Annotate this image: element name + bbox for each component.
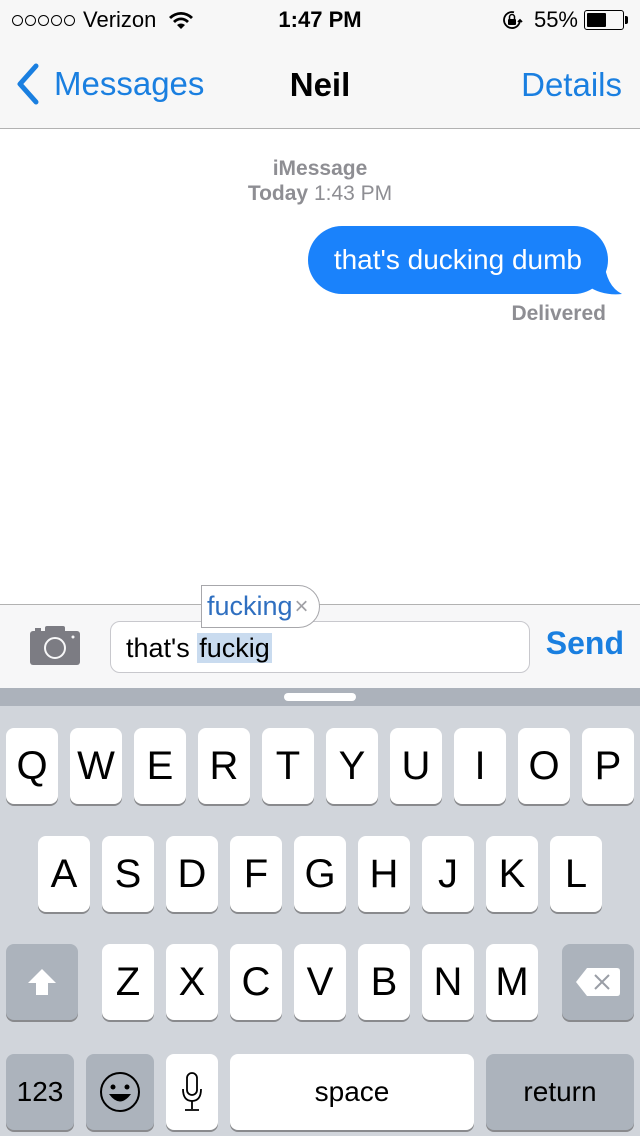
shift-key[interactable]: [6, 944, 78, 1020]
key-n[interactable]: N: [422, 944, 474, 1020]
suggestion-word: fucking: [207, 591, 293, 621]
key-g[interactable]: G: [294, 836, 346, 912]
key-o[interactable]: O: [518, 728, 570, 804]
key-e[interactable]: E: [134, 728, 186, 804]
key-s[interactable]: S: [102, 836, 154, 912]
close-icon[interactable]: ×: [295, 586, 309, 627]
key-z[interactable]: Z: [102, 944, 154, 1020]
message-bubble-sent[interactable]: that's ducking dumb: [307, 226, 608, 294]
selected-word: fuckig: [197, 633, 272, 663]
keyboard-accessory-bar: [0, 688, 640, 706]
delete-key[interactable]: [562, 944, 634, 1020]
return-key[interactable]: return: [486, 1054, 634, 1130]
key-y[interactable]: Y: [326, 728, 378, 804]
key-t[interactable]: T: [262, 728, 314, 804]
numbers-key[interactable]: 123: [6, 1054, 74, 1130]
key-c[interactable]: C: [230, 944, 282, 1020]
emoji-icon: [100, 1072, 140, 1112]
autocorrect-suggestion[interactable]: fucking ×: [201, 585, 320, 628]
rotation-lock-icon: [503, 11, 523, 29]
navigation-bar: Messages Neil Details: [0, 40, 640, 129]
emoji-key[interactable]: [86, 1054, 154, 1130]
thread-header: iMessage Today 1:43 PM: [0, 156, 640, 206]
time-label: 1:43 PM: [313, 182, 393, 205]
space-key[interactable]: space: [230, 1054, 474, 1130]
camera-icon[interactable]: [30, 625, 80, 665]
delivery-status: Delivered: [511, 302, 606, 325]
key-p[interactable]: P: [582, 728, 634, 804]
key-u[interactable]: U: [390, 728, 442, 804]
battery-percentage: 55%: [533, 7, 578, 32]
message-input[interactable]: that's fuckig: [110, 621, 530, 673]
send-button[interactable]: Send: [546, 625, 624, 662]
status-bar: Verizon 1:47 PM 55%: [0, 0, 640, 40]
backspace-icon: [576, 968, 620, 996]
battery-icon: [584, 10, 624, 30]
shift-arrow-icon: [28, 969, 56, 995]
details-button[interactable]: Details: [521, 66, 622, 104]
key-f[interactable]: F: [230, 836, 282, 912]
key-h[interactable]: H: [358, 836, 410, 912]
date-label: Today: [247, 182, 309, 205]
key-v[interactable]: V: [294, 944, 346, 1020]
dictation-key[interactable]: [166, 1054, 218, 1130]
microphone-icon: [182, 1072, 202, 1111]
key-w[interactable]: W: [70, 728, 122, 804]
key-j[interactable]: J: [422, 836, 474, 912]
key-l[interactable]: L: [550, 836, 602, 912]
key-m[interactable]: M: [486, 944, 538, 1020]
key-b[interactable]: B: [358, 944, 410, 1020]
key-a[interactable]: A: [38, 836, 90, 912]
key-k[interactable]: K: [486, 836, 538, 912]
compose-bar: that's fuckig Send: [0, 604, 640, 688]
key-q[interactable]: Q: [6, 728, 58, 804]
key-i[interactable]: I: [454, 728, 506, 804]
message-thread: iMessage Today 1:43 PM that's ducking du…: [0, 130, 640, 604]
service-label: iMessage: [272, 157, 368, 180]
key-r[interactable]: R: [198, 728, 250, 804]
input-text: that's: [126, 633, 198, 663]
keyboard: 123 space return QWERTYUIOP ASDFGHJKL ZXCV…: [0, 706, 640, 1136]
key-d[interactable]: D: [166, 836, 218, 912]
key-x[interactable]: X: [166, 944, 218, 1020]
drag-handle[interactable]: [284, 693, 356, 701]
